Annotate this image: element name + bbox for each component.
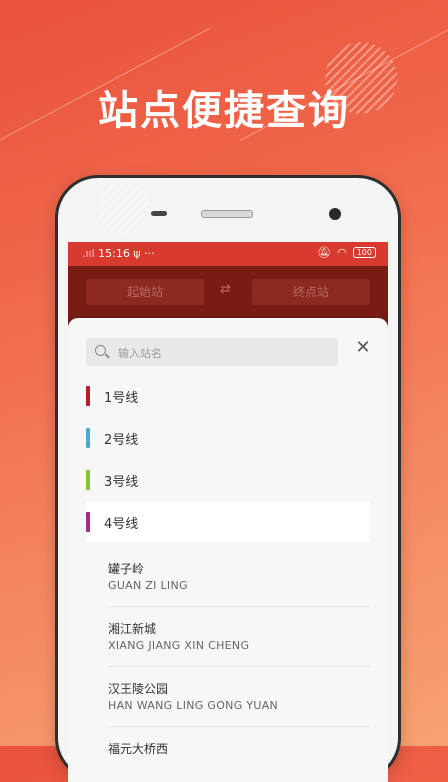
swap-icon[interactable]: ⇄ bbox=[220, 282, 231, 297]
line-item-3[interactable]: 3号线 bbox=[86, 460, 370, 500]
station-picker-sheet: 输入站名 ✕ 1号线 2号线 3号线 4号线 罐子岭 GUAN ZI LING … bbox=[68, 318, 388, 782]
phone-frame: .ııl 15:16 ψ ··· 🔕︎ ◠ 100 起始站 ⇄ 终点站 输入站名… bbox=[58, 178, 398, 782]
line-color-bar bbox=[86, 428, 90, 448]
station-pinyin: GUAN ZI LING bbox=[108, 579, 188, 592]
phone-sensor bbox=[151, 211, 167, 216]
line-item-2[interactable]: 2号线 bbox=[86, 418, 370, 458]
close-icon[interactable]: ✕ bbox=[355, 339, 371, 357]
phone-camera bbox=[329, 208, 341, 220]
line-label: 3号线 bbox=[104, 475, 139, 490]
phone-speaker bbox=[201, 210, 253, 218]
search-input[interactable]: 输入站名 bbox=[86, 338, 338, 366]
phone-screen: .ııl 15:16 ψ ··· 🔕︎ ◠ 100 起始站 ⇄ 终点站 输入站名… bbox=[68, 242, 388, 782]
station-name: 福元大桥西 bbox=[108, 742, 169, 756]
station-pinyin: XIANG JIANG XIN CHENG bbox=[108, 639, 250, 652]
line-color-bar bbox=[86, 512, 90, 532]
search-placeholder: 输入站名 bbox=[118, 347, 162, 360]
line-item-4[interactable]: 4号线 bbox=[86, 502, 370, 542]
line-color-bar bbox=[86, 470, 90, 490]
route-bar: 起始站 ⇄ 终点站 bbox=[68, 266, 388, 316]
mute-icon: 🔕︎ bbox=[317, 246, 332, 259]
station-item[interactable]: 汉王陵公园 HAN WANG LING GONG YUAN bbox=[108, 666, 370, 727]
page-headline: 站点便捷查询 bbox=[98, 88, 350, 134]
start-station-button[interactable]: 起始站 bbox=[86, 279, 204, 305]
station-item[interactable]: 湘江新城 XIANG JIANG XIN CHENG bbox=[108, 606, 370, 667]
decor-circle bbox=[98, 183, 150, 235]
line-label: 2号线 bbox=[104, 433, 139, 448]
status-icons: 🔕︎ ◠ 100 bbox=[317, 246, 376, 259]
battery-icon: 100 bbox=[352, 247, 376, 258]
station-pinyin: HAN WANG LING GONG YUAN bbox=[108, 699, 279, 712]
station-item[interactable]: 福元大桥西 bbox=[108, 726, 370, 782]
line-label: 4号线 bbox=[104, 517, 139, 532]
station-name: 汉王陵公园 bbox=[108, 682, 169, 696]
line-color-bar bbox=[86, 386, 90, 406]
line-label: 1号线 bbox=[104, 391, 139, 406]
status-bar: .ııl 15:16 ψ ··· 🔕︎ ◠ 100 bbox=[68, 242, 388, 266]
station-item[interactable]: 罐子岭 GUAN ZI LING bbox=[108, 546, 370, 607]
line-item-1[interactable]: 1号线 bbox=[86, 376, 370, 416]
station-name: 湘江新城 bbox=[108, 622, 157, 636]
wifi-icon: ◠ bbox=[337, 246, 347, 259]
end-station-button[interactable]: 终点站 bbox=[252, 279, 370, 305]
search-icon bbox=[95, 345, 106, 356]
status-time: .ııl 15:16 ψ ··· bbox=[82, 247, 155, 260]
station-name: 罐子岭 bbox=[108, 562, 145, 576]
